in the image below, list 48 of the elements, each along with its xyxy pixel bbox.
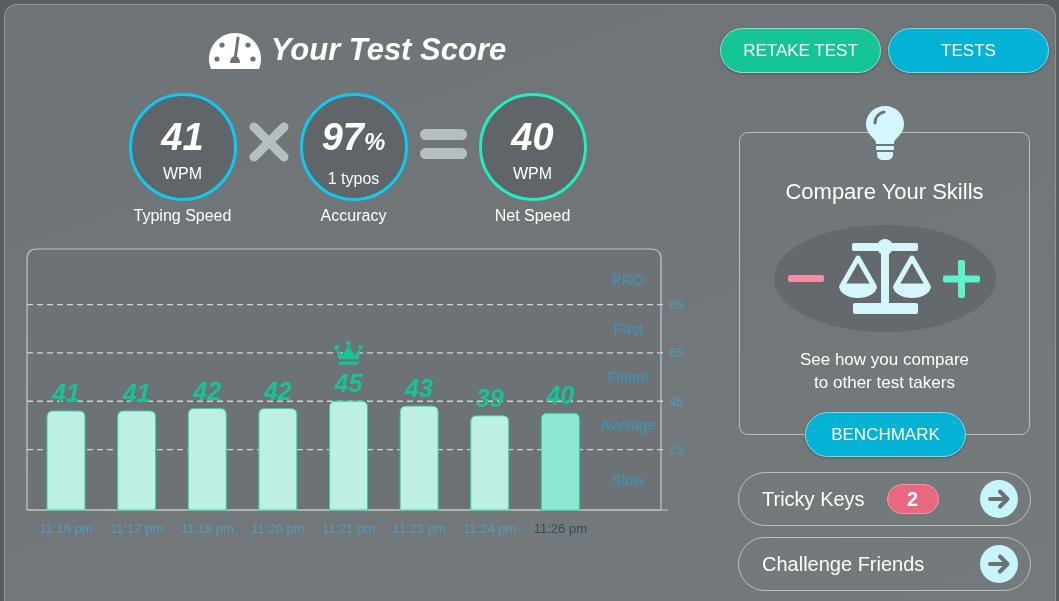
x-axis-label: 11:26 pm [533,521,587,536]
score-label: Accuracy [320,207,387,225]
bar-value-label: 43 [405,374,434,403]
score-unit: 1 typos [327,170,380,188]
x-axis-label: 11:21 pm [321,521,376,536]
score-label: Typing Speed [133,207,232,225]
y-tick-label: 85 [669,297,684,313]
bar-value-label: 41 [122,378,151,407]
x-axis-label: 11:20 pm [251,521,305,536]
y-tick-label: 65 [669,345,684,361]
card-description: See how you compare to other test takers [798,349,971,394]
lightbulb-icon [866,106,904,160]
score-unit: WPM [162,165,203,183]
speed-band-label: Average [600,416,656,434]
speed-band-label: PRO [611,271,645,289]
score-value: 97% [321,117,386,160]
score-label: Net Speed [494,207,571,225]
equals-icon [419,129,467,159]
tests-button[interactable]: TESTS [888,28,1049,73]
bar-value-label: 42 [193,376,222,405]
multiply-icon [248,122,289,162]
speedometer-icon [208,31,261,69]
y-tick-label: 45 [669,393,684,409]
retake-test-button[interactable]: RETAKE TEST [720,28,881,73]
score-unit: WPM [512,165,553,183]
bar-value-label: 41 [52,378,80,407]
speed-band-label: Slow [611,470,645,488]
x-axis-label: 11:18 pm [180,521,234,536]
x-axis-label: 11:17 pm [110,521,164,536]
minus-icon [787,275,824,282]
bar-value-label: 45 [334,369,363,398]
card-title: Compare Your Skills [785,179,984,205]
page-title: Your Test Score [270,31,507,69]
plus-icon [942,259,980,298]
y-tick-label: 25 [669,442,684,458]
x-axis-label: 11:24 pm [463,521,517,536]
speed-band-label: Fluent [607,368,649,386]
benchmark-button[interactable]: BENCHMARK [805,412,966,457]
arrow-right-icon [980,545,1018,583]
score-value: 40 [511,117,554,157]
x-axis-label: 11:16 pm [39,521,93,536]
x-axis-label: 11:23 pm [392,521,446,536]
speed-band-label: Fast [613,319,643,337]
arrow-right-icon [980,480,1018,518]
count-badge: 2 [886,484,939,514]
bar-value-label: 42 [263,376,292,405]
score-value: 41 [161,117,204,157]
balance-scale-icon [836,239,933,314]
